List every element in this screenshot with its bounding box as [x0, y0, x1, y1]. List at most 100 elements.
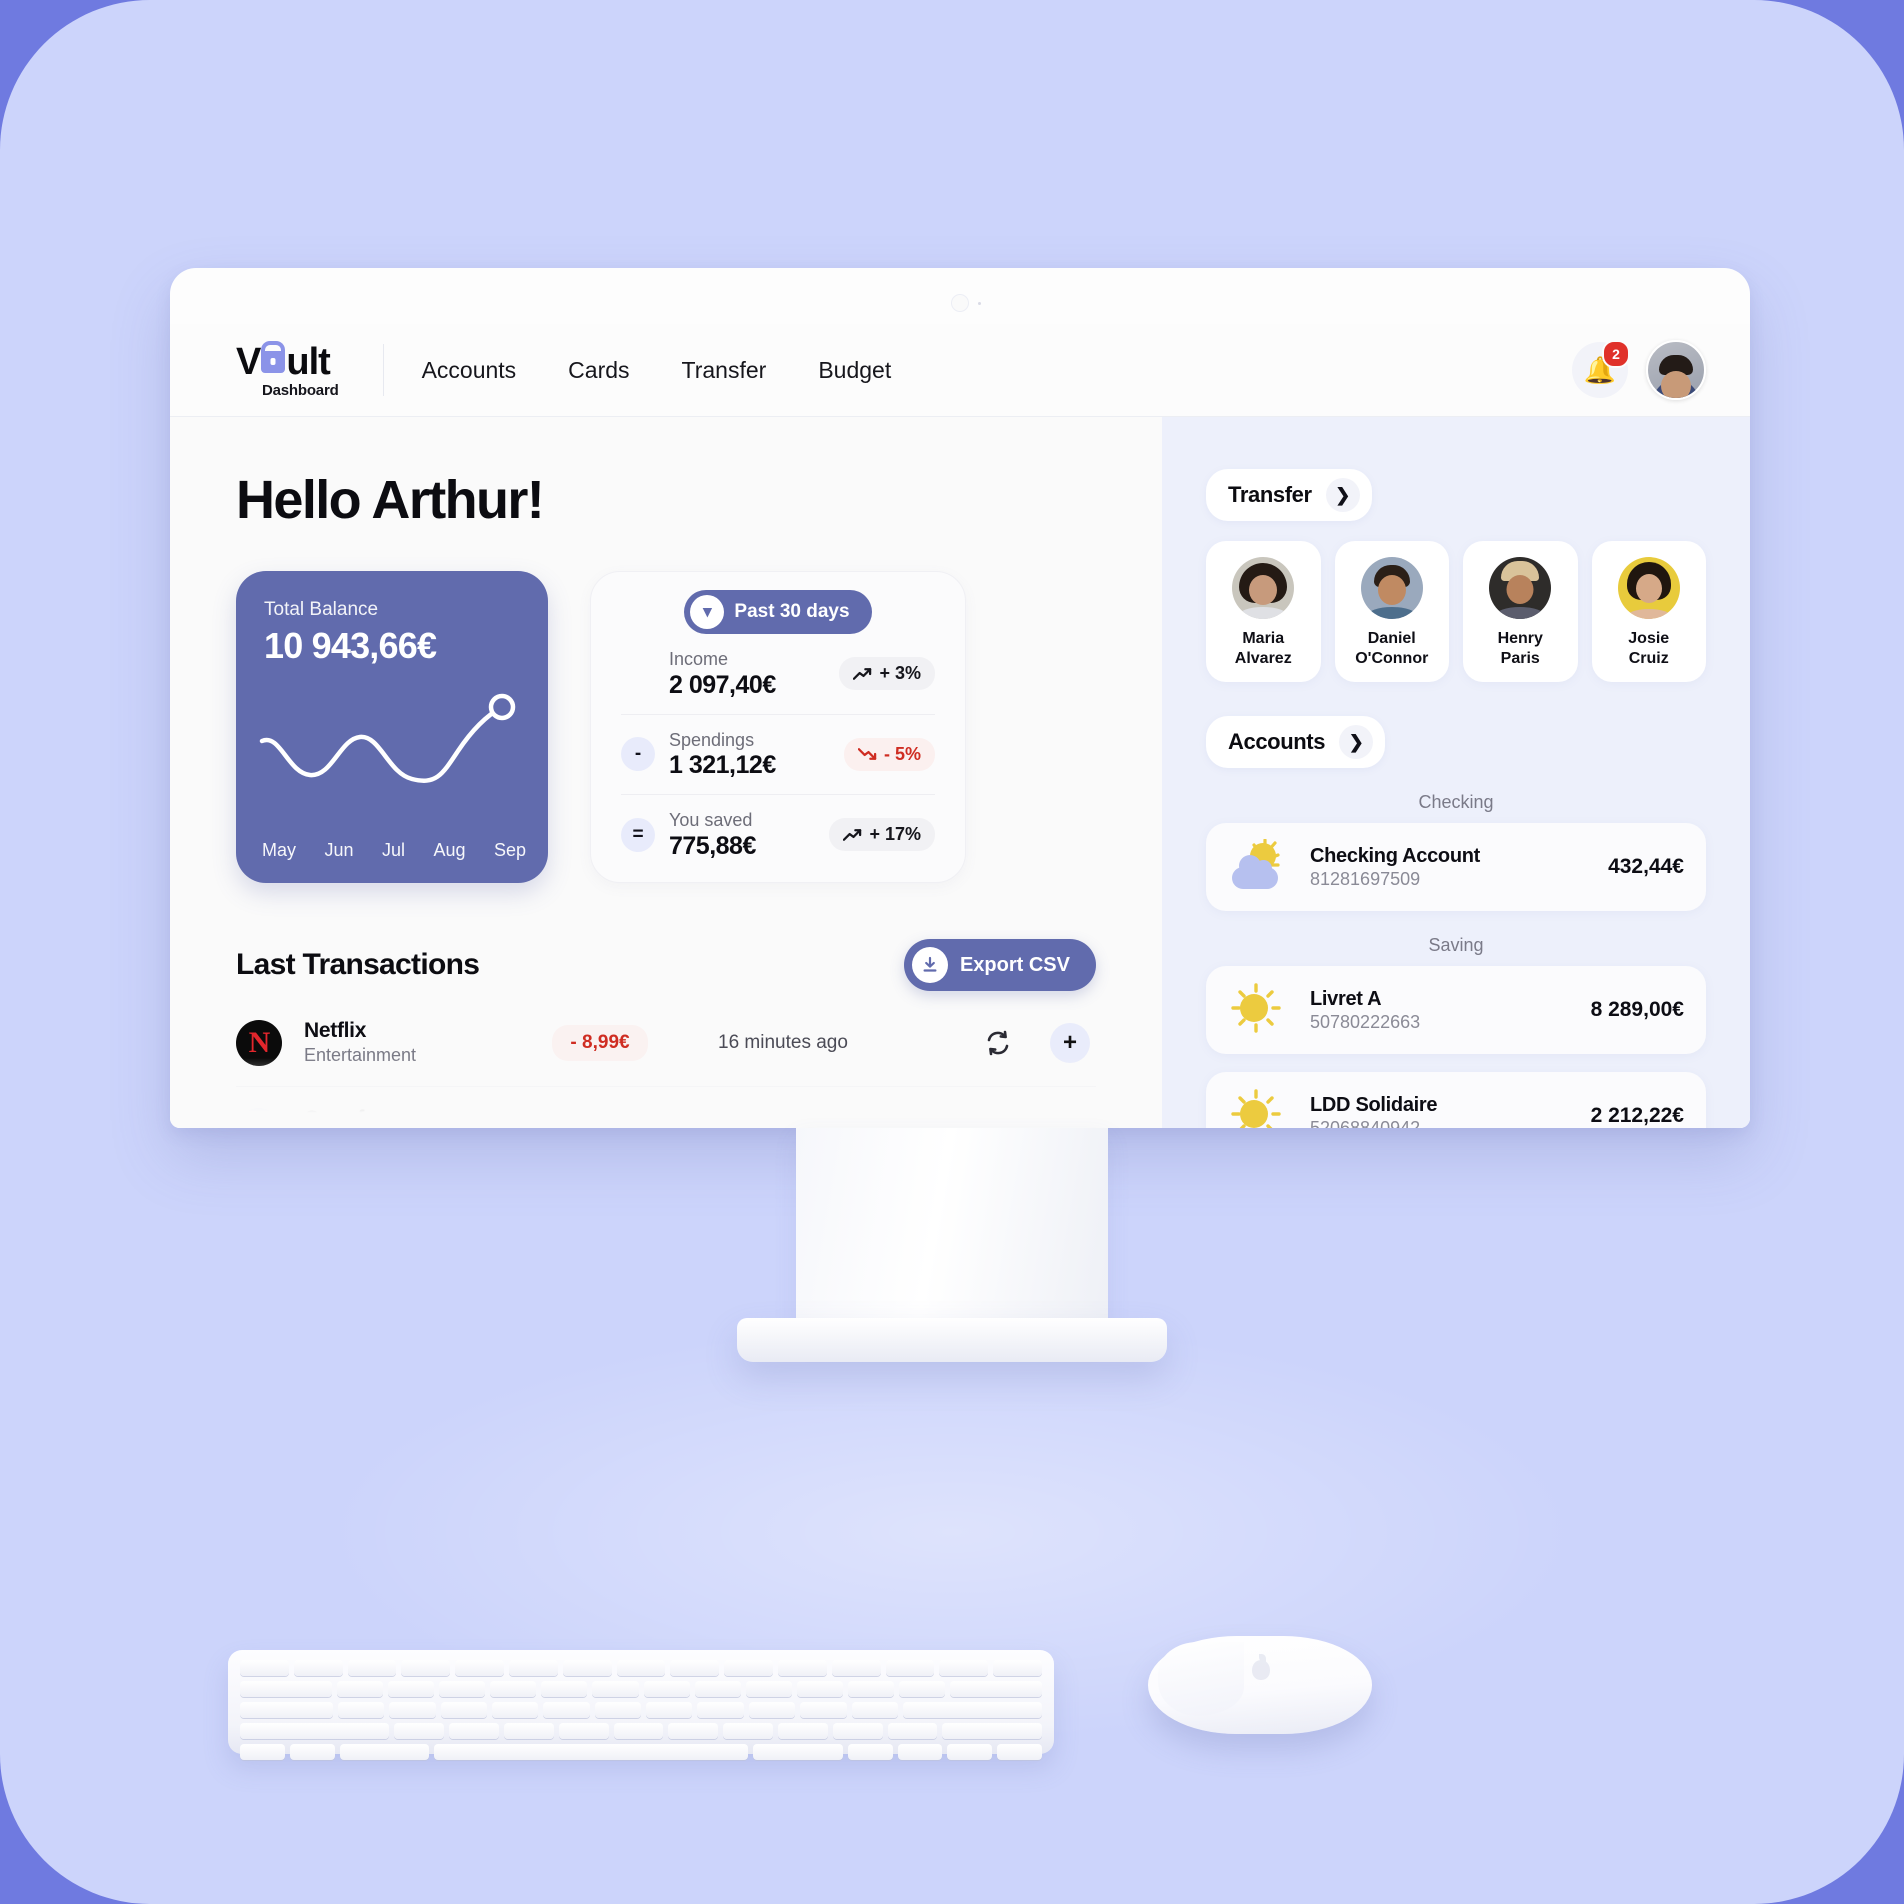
- merchant-name: Netflix: [304, 1019, 367, 1042]
- period-stats-card: ▾ Past 30 days Income 2 097,40€ + 3% - S…: [590, 571, 966, 883]
- app-logo[interactable]: V ult Dashboard: [236, 343, 339, 398]
- list-item[interactable]: LDD Solidaire 52068840942 2 212,22€: [1206, 1072, 1706, 1128]
- plus-icon: +: [1050, 1022, 1090, 1063]
- stat-delta: + 3%: [879, 663, 921, 684]
- trend-down-icon: [857, 748, 877, 761]
- dashboard-body: Hello Arthur! Total Balance 10 943,66€ M…: [170, 417, 1750, 1128]
- contact-name: Henry Paris: [1469, 629, 1572, 668]
- nav-item-transfer[interactable]: Transfer: [682, 357, 767, 384]
- list-item[interactable]: Henry Paris: [1463, 541, 1578, 683]
- sidebar-section-accounts[interactable]: Accounts ❯: [1206, 716, 1386, 769]
- stat-value: 2 097,40€: [669, 670, 776, 699]
- balance-month-labels: May Jun Jul Aug Sep: [262, 840, 526, 861]
- cloud-glyph: [1232, 855, 1278, 890]
- stat-value: 775,88€: [669, 831, 756, 860]
- total-balance-label: Total Balance: [264, 599, 379, 620]
- list-item[interactable]: Livret A 50780222663 8 289,00€: [1206, 966, 1706, 1055]
- screen: V ult Dashboard Accounts Cards Transfer …: [170, 324, 1750, 1128]
- month-label: Sep: [493, 840, 526, 860]
- account-name: Checking Account: [1310, 844, 1481, 867]
- account-balance-value: 432,44€: [1608, 855, 1684, 879]
- download-icon: [911, 947, 948, 983]
- chevron-down-icon: ▾: [690, 595, 725, 629]
- top-navigation-bar: V ult Dashboard Accounts Cards Transfer …: [170, 324, 1750, 417]
- apple-logo-icon: [1252, 1654, 1270, 1680]
- list-item[interactable]: Checking Account 81281697509 432,44€: [1206, 823, 1706, 912]
- logo-wordmark: V ult: [236, 340, 331, 383]
- total-balance-card[interactable]: Total Balance 10 943,66€ May Jun Jul Aug…: [236, 571, 548, 883]
- main-content: Hello Arthur! Total Balance 10 943,66€ M…: [170, 417, 1162, 1128]
- summary-cards-row: Total Balance 10 943,66€ May Jun Jul Aug…: [236, 571, 1096, 883]
- stat-label: You saved: [669, 810, 753, 830]
- nav-item-budget[interactable]: Budget: [818, 357, 891, 384]
- transactions-header: Last Transactions Export CSV: [236, 939, 1096, 991]
- sun-icon: [1228, 982, 1292, 1038]
- subscription-icon: [958, 1029, 1038, 1057]
- sidebar-section-transfer[interactable]: Transfer ❯: [1206, 469, 1372, 521]
- avatar: [1617, 557, 1680, 619]
- stat-delta-chip: + 17%: [829, 818, 935, 852]
- balance-sparkline-chart: [259, 693, 516, 783]
- add-transaction-button[interactable]: +: [1044, 1022, 1096, 1063]
- contact-name: Maria Alvarez: [1212, 629, 1315, 668]
- avatar: [1360, 557, 1423, 619]
- desk-glow: [0, 1284, 1904, 1904]
- trend-up-icon: [843, 828, 862, 841]
- total-balance-amount: 10 943,66€: [264, 625, 437, 666]
- nav-item-accounts[interactable]: Accounts: [422, 357, 517, 384]
- keyboard: [228, 1650, 1054, 1760]
- stat-text: Income 2 097,40€: [669, 648, 825, 700]
- sun-glyph: [1240, 994, 1268, 1023]
- transfer-label: Transfer: [1228, 482, 1312, 507]
- contact-last-name: Paris: [1500, 649, 1540, 667]
- avatar[interactable]: [1646, 340, 1706, 400]
- imac-computer: V ult Dashboard Accounts Cards Transfer …: [170, 268, 1750, 1128]
- chevron-right-icon: ❯: [1339, 725, 1374, 760]
- month-label: Jun: [324, 840, 354, 860]
- account-number: 81281697509: [1310, 868, 1421, 889]
- stat-delta-chip: + 3%: [839, 657, 935, 691]
- page-title: Hello Arthur!: [236, 470, 545, 530]
- nav-item-cards[interactable]: Cards: [568, 357, 629, 384]
- month-label: Jul: [381, 840, 405, 860]
- avatar: [1232, 557, 1295, 619]
- contact-first-name: Josie: [1628, 630, 1670, 647]
- trend-up-icon: [853, 667, 872, 680]
- account-group-label: Saving: [1428, 935, 1484, 956]
- logo-text-part1: V: [236, 340, 261, 383]
- export-csv-label: Export CSV: [959, 953, 1070, 976]
- accounts-label: Accounts: [1228, 729, 1326, 755]
- monitor: V ult Dashboard Accounts Cards Transfer …: [170, 268, 1750, 1128]
- list-item[interactable]: Daniel O'Connor: [1334, 541, 1449, 683]
- transaction-amount: - 8,99€: [552, 1024, 648, 1061]
- stat-row-spendings: - Spendings 1 321,12€ - 5%: [621, 713, 935, 795]
- account-info: LDD Solidaire 52068840942: [1310, 1094, 1573, 1128]
- mouse: [1148, 1636, 1372, 1734]
- monitor-stand-base: [737, 1318, 1167, 1362]
- period-label: Past 30 days: [734, 601, 850, 622]
- list-item[interactable]: Josie Cruiz: [1591, 541, 1706, 683]
- month-label: May: [262, 840, 297, 860]
- stat-delta: + 17%: [869, 824, 921, 845]
- contact-last-name: O'Connor: [1355, 649, 1429, 667]
- account-number: 52068840942: [1310, 1117, 1421, 1128]
- transaction-time: 16 minutes ago: [718, 1031, 848, 1053]
- contact-first-name: Maria: [1242, 630, 1285, 647]
- list-item[interactable]: Maria Alvarez: [1206, 541, 1321, 683]
- stat-text: You saved 775,88€: [669, 809, 815, 861]
- contact-last-name: Cruiz: [1628, 649, 1669, 667]
- notifications-button[interactable]: 🔔 2: [1572, 340, 1630, 398]
- transaction-amount-cell: - 8,99€: [510, 1024, 690, 1061]
- stat-label: Income: [669, 649, 729, 669]
- account-info: Livret A 50780222663: [1310, 988, 1573, 1033]
- sun-glyph: [1240, 1100, 1268, 1128]
- period-selector[interactable]: ▾ Past 30 days: [684, 590, 872, 634]
- logo-text-part2: ult: [286, 340, 330, 383]
- monitor-stand-neck: [796, 1128, 1108, 1334]
- account-balance: 2 212,22€: [1591, 1104, 1684, 1128]
- avatar-face: [1661, 371, 1691, 398]
- sidebar: Transfer ❯ Maria Alvarez Daniel O'Connor…: [1162, 417, 1750, 1128]
- account-balance-value: 2 212,22€: [1590, 1104, 1684, 1128]
- export-csv-button[interactable]: Export CSV: [903, 939, 1096, 991]
- nav-divider: [382, 344, 384, 396]
